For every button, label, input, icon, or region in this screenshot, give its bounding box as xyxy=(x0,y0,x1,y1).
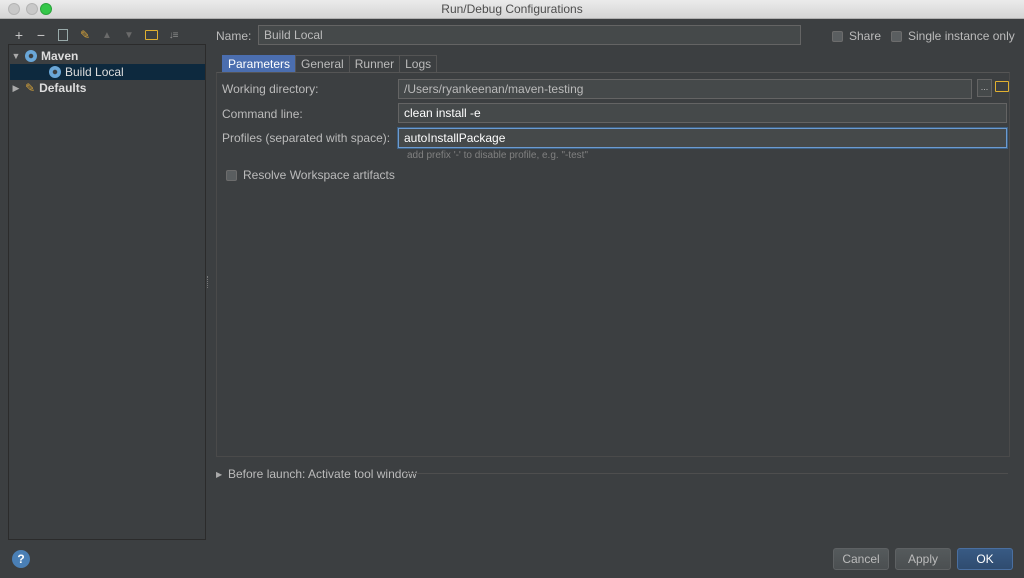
profiles-field[interactable]: autoInstallPackage xyxy=(398,128,1007,148)
toolbar: + − ✎ ▲ ▼ ↓≡ xyxy=(8,26,184,44)
splitter-handle[interactable] xyxy=(207,276,210,288)
command-line-field[interactable]: clean install -e xyxy=(398,103,1007,123)
share-checkbox[interactable]: Share xyxy=(832,29,881,43)
expand-arrow-icon[interactable]: ▶ xyxy=(11,83,21,94)
working-directory-field[interactable]: /Users/ryankeenan/maven-testing xyxy=(398,79,972,99)
defaults-icon: ✎ xyxy=(25,81,36,95)
apply-button[interactable]: Apply xyxy=(895,548,951,570)
name-field[interactable]: Build Local xyxy=(258,25,801,45)
help-icon[interactable]: ? xyxy=(12,550,30,568)
tree-item-build-local[interactable]: Build Local xyxy=(10,64,205,80)
resolve-workspace-checkbox[interactable]: Resolve Workspace artifacts xyxy=(226,168,395,182)
move-down-icon[interactable]: ▼ xyxy=(118,26,140,44)
ok-button[interactable]: OK xyxy=(957,548,1013,570)
tree-item-maven[interactable]: ▼ Maven xyxy=(11,48,79,64)
tab-bar: Parameters General Runner Logs xyxy=(222,55,438,73)
before-launch-section[interactable]: ▶ Before launch: Activate tool window xyxy=(216,467,417,481)
profiles-label: Profiles (separated with space): xyxy=(222,131,391,145)
tree-item-defaults[interactable]: ▶ ✎ Defaults xyxy=(11,80,87,96)
tree-item-label: Build Local xyxy=(65,65,124,79)
single-instance-label: Single instance only xyxy=(908,29,1015,43)
before-launch-label: Before launch: Activate tool window xyxy=(228,467,417,481)
tab-logs[interactable]: Logs xyxy=(399,55,438,73)
tab-general[interactable]: General xyxy=(295,55,350,73)
checkbox-box[interactable] xyxy=(832,30,843,42)
sort-icon[interactable]: ↓≡ xyxy=(162,26,184,44)
name-label: Name: xyxy=(216,29,252,43)
browse-button[interactable]: ... xyxy=(977,79,992,97)
title-bar: Run/Debug Configurations xyxy=(0,0,1024,19)
maven-gear-icon xyxy=(25,50,37,62)
copy-icon[interactable] xyxy=(52,26,74,44)
single-instance-checkbox[interactable]: Single instance only xyxy=(891,29,1015,43)
edit-defaults-icon[interactable]: ✎ xyxy=(74,26,96,44)
share-label: Share xyxy=(849,29,882,43)
divider xyxy=(405,473,1008,474)
configuration-tree[interactable]: ▼ Maven Build Local ▶ ✎ Defaults xyxy=(8,44,206,540)
tree-item-label: Maven xyxy=(41,49,79,63)
tab-parameters[interactable]: Parameters xyxy=(222,55,297,73)
checkbox-box[interactable] xyxy=(891,30,902,42)
expand-arrow-icon[interactable]: ▼ xyxy=(11,51,21,61)
tree-item-label: Defaults xyxy=(39,81,87,95)
resolve-workspace-label: Resolve Workspace artifacts xyxy=(243,168,395,182)
window-title: Run/Debug Configurations xyxy=(441,2,583,16)
profiles-hint: add prefix '-' to disable profile, e.g. … xyxy=(407,150,589,161)
tab-runner[interactable]: Runner xyxy=(348,55,401,73)
move-up-icon[interactable]: ▲ xyxy=(96,26,118,44)
folder-icon[interactable] xyxy=(140,26,162,44)
working-directory-label: Working directory: xyxy=(222,82,319,96)
remove-icon[interactable]: − xyxy=(30,26,52,44)
cancel-button[interactable]: Cancel xyxy=(833,548,889,570)
maven-gear-icon xyxy=(49,66,61,78)
expand-arrow-icon[interactable]: ▶ xyxy=(216,470,222,479)
folder-icon[interactable] xyxy=(995,81,1009,92)
command-line-label: Command line: xyxy=(222,107,303,121)
add-icon[interactable]: + xyxy=(8,26,30,44)
checkbox-box[interactable] xyxy=(226,169,237,181)
